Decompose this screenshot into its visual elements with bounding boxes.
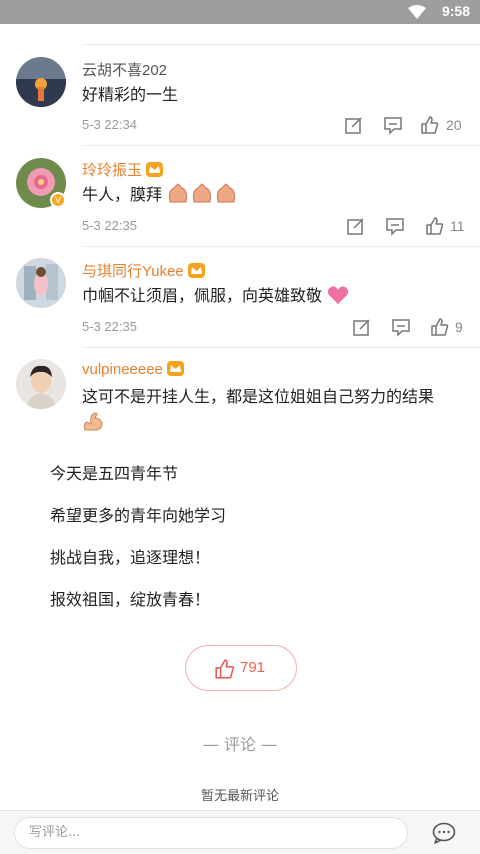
comment-icon[interactable] (383, 115, 403, 135)
comment-text: 巾帼不让须眉，佩服，向英雄致敬 (82, 283, 466, 309)
comment-username[interactable]: 与琪同行Yukee (82, 260, 205, 281)
comment-icon[interactable] (385, 216, 405, 236)
thumbs-up-icon[interactable] (425, 216, 445, 236)
like-count: 11 (450, 218, 465, 234)
comment-input[interactable]: 写评论... (14, 817, 408, 849)
divider (82, 44, 480, 45)
avatar[interactable] (16, 57, 66, 107)
crown-badge-icon (146, 162, 164, 177)
like-count: 9 (455, 319, 463, 335)
bottom-comment-bar: 写评论... (0, 810, 480, 854)
thumbs-up-icon[interactable] (430, 317, 450, 337)
thumbs-up-icon[interactable] (420, 115, 440, 135)
comment-date: 5-3 22:34 (82, 117, 137, 132)
edit-icon[interactable] (346, 216, 366, 236)
avatar[interactable] (16, 258, 66, 308)
thumbs-up-icon (215, 659, 235, 679)
comment-date: 5-3 22:35 (82, 319, 137, 334)
comment-username[interactable]: vulpineeeee (82, 361, 184, 378)
heart-emoji-icon (327, 286, 349, 304)
post-text-line: 挑战自我，追逐理想！ (50, 548, 211, 567)
comment-icon[interactable] (391, 317, 411, 337)
chat-bubble-icon[interactable] (432, 822, 456, 844)
comment-text: 好精彩的一生 (82, 85, 179, 104)
flexed-biceps-emoji-icon (83, 412, 103, 431)
comment-meta: 5-3 22:35 11 (82, 216, 468, 240)
avatar[interactable] (16, 359, 66, 409)
verified-badge-icon: V (50, 192, 66, 208)
crown-badge-icon (187, 263, 205, 278)
status-time: 9:58 (441, 3, 470, 19)
divider (82, 145, 480, 146)
comment-text: 牛人，膜拜 (82, 182, 466, 208)
edit-icon[interactable] (344, 115, 364, 135)
comment-date: 5-3 22:35 (82, 218, 137, 233)
post-like-button[interactable]: 791 (185, 645, 297, 691)
post-like-count: 791 (240, 659, 266, 676)
empty-comments-text: 暂无最新评论 (200, 789, 279, 804)
wifi-icon (408, 5, 426, 19)
crown-badge-icon (166, 361, 184, 376)
comment-meta: 5-3 22:34 20 (82, 115, 468, 139)
like-count: 20 (446, 117, 462, 133)
status-bar: 9:58 (0, 0, 480, 24)
comments-section-title: — 评论 — (202, 735, 278, 754)
divider (82, 246, 480, 247)
pray-emoji-icon (169, 183, 236, 203)
comment-username[interactable]: 云胡不喜202 (82, 59, 167, 80)
comment-username[interactable]: 玲玲振玉 (82, 159, 164, 180)
edit-icon[interactable] (352, 317, 372, 337)
comment-text: 这可不是开挂人生，都是这位姐姐自己努力的结果 (82, 384, 466, 436)
post-text-line: 报效祖国，绽放青春！ (50, 590, 211, 609)
comment-meta: 5-3 22:35 9 (82, 317, 468, 341)
divider (82, 347, 480, 348)
post-text-line: 今天是五四青年节 (50, 464, 179, 483)
post-text-line: 希望更多的青年向她学习 (50, 506, 227, 525)
